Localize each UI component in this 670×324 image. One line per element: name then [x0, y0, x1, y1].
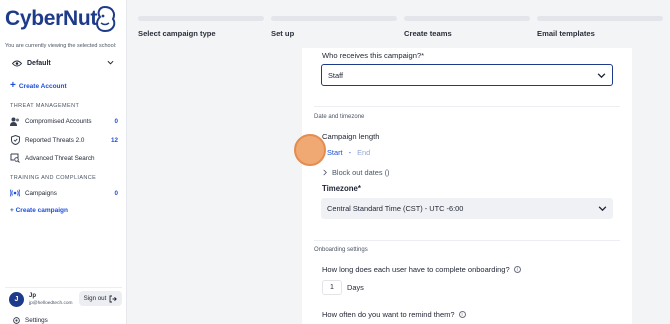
- chevron-down-icon: [597, 73, 606, 79]
- reminder-frequency-question: How often do you want to remind them? i: [322, 310, 466, 319]
- timezone-select[interactable]: Central Standard Time (CST) - UTC -6:00: [321, 198, 613, 219]
- divider: [314, 240, 620, 241]
- user-name: Jp: [29, 293, 37, 299]
- timezone-label: Timezone*: [322, 184, 361, 193]
- user-panel: J Jp jp@helloedtech.com Sign out: [5, 287, 122, 311]
- recipient-select-value: Staff: [328, 70, 344, 80]
- school-selected-value: Default: [27, 60, 51, 67]
- reminder-frequency-label: How often do you want to remind them?: [322, 310, 455, 319]
- create-campaign-link[interactable]: + Create campaign: [10, 207, 68, 214]
- sidebar-item-label: Advanced Threat Search: [25, 154, 95, 162]
- setup-form-card: Who receives this campaign?* Staff Date …: [302, 48, 632, 324]
- sidebar-item-advanced-threat-search[interactable]: Advanced Threat Search: [10, 152, 118, 164]
- timezone-select-value: Central Standard Time (CST) - UTC -6:00: [327, 204, 464, 213]
- sidebar-item-reported-threats[interactable]: Reported Threats 2.0 12: [10, 134, 118, 146]
- campaign-length-label: Campaign length: [322, 132, 380, 141]
- divider: [314, 106, 620, 107]
- info-icon[interactable]: i: [513, 266, 521, 273]
- sidebar-item-campaigns[interactable]: Campaigns 0: [10, 187, 118, 199]
- step-label: Select campaign type: [138, 29, 216, 38]
- info-icon[interactable]: i: [458, 311, 466, 318]
- plus-icon: +: [10, 80, 16, 91]
- gear-icon: [13, 317, 20, 324]
- step-select-campaign-type[interactable]: Select campaign type: [138, 16, 264, 38]
- sidebar-item-compromised-accounts[interactable]: Compromised Accounts 0: [10, 115, 118, 127]
- chevron-down-icon: [598, 206, 607, 212]
- viewing-school-text: You are currently viewing the selected s…: [5, 43, 117, 49]
- count-badge: 0: [114, 117, 118, 125]
- brand-name: CyberNut: [5, 7, 98, 30]
- step-label: Email templates: [537, 29, 595, 38]
- who-receives-label: Who receives this campaign?*: [322, 51, 425, 60]
- step-label: Set up: [271, 29, 295, 38]
- days-unit-label: Days: [347, 283, 364, 292]
- step-progress-bar: [404, 16, 530, 21]
- count-badge: 12: [110, 136, 118, 144]
- onboarding-duration-question: How long does each user have to complete…: [322, 265, 521, 274]
- onboarding-duration-label: How long does each user have to complete…: [322, 265, 510, 274]
- date-timezone-section-label: Date and timezone: [314, 114, 365, 120]
- settings-link[interactable]: Settings: [12, 316, 48, 324]
- settings-label: Settings: [25, 317, 48, 324]
- users-icon: [10, 116, 20, 126]
- section-training-compliance: TRAINING AND COMPLIANCE: [10, 175, 97, 181]
- sidebar-item-label: Compromised Accounts: [25, 117, 92, 125]
- block-out-dates-toggle[interactable]: Block out dates (): [322, 168, 390, 177]
- section-threat-management: THREAT MANAGEMENT: [10, 103, 80, 109]
- date-separator: -: [348, 148, 352, 157]
- onboarding-days-input[interactable]: 1: [322, 280, 342, 295]
- create-account-label: Create Account: [18, 82, 67, 90]
- step-set-up[interactable]: Set up: [271, 16, 397, 38]
- recipient-select[interactable]: Staff: [321, 64, 613, 86]
- onboarding-days-row: 1 Days: [322, 280, 364, 295]
- step-label: Create teams: [404, 29, 452, 38]
- cybernut-logo[interactable]: CyberNut: [5, 5, 116, 35]
- step-progress-bar: [271, 16, 397, 21]
- user-email: jp@helloedtech.com: [29, 301, 73, 306]
- count-badge: 0: [114, 189, 118, 197]
- avatar[interactable]: J: [9, 292, 24, 307]
- chevron-right-icon: [323, 169, 327, 176]
- search-shield-icon: [10, 153, 20, 163]
- end-date-input[interactable]: End: [357, 148, 370, 157]
- block-out-dates-label: Block out dates (): [332, 168, 390, 177]
- step-create-teams[interactable]: Create teams: [404, 16, 530, 38]
- sidebar-item-label: Reported Threats 2.0: [25, 136, 85, 144]
- onboarding-section-label: Onboarding settings: [314, 247, 368, 253]
- sign-out-label: Sign out: [83, 295, 107, 302]
- sidebar-item-label: Campaigns: [25, 189, 57, 197]
- sign-out-button[interactable]: Sign out: [79, 291, 122, 306]
- school-selector[interactable]: Default: [5, 55, 118, 72]
- broadcast-icon: [10, 188, 20, 198]
- squirrel-logo-icon: [96, 5, 116, 33]
- step-email-templates[interactable]: Email templates: [537, 16, 663, 38]
- sign-out-icon: [109, 295, 118, 302]
- chevron-down-icon: [107, 60, 114, 65]
- campaign-date-range-picker[interactable]: Start - End: [327, 148, 370, 157]
- eye-icon: [12, 60, 22, 67]
- start-date-input[interactable]: Start: [327, 148, 343, 157]
- step-progress-bar: [537, 16, 663, 21]
- click-indicator: [294, 134, 326, 166]
- create-account-link[interactable]: + Create Account: [10, 80, 67, 91]
- shield-icon: [10, 135, 20, 145]
- sidebar: CyberNut You are currently viewing the s…: [0, 0, 127, 324]
- step-progress-bar: [138, 16, 264, 21]
